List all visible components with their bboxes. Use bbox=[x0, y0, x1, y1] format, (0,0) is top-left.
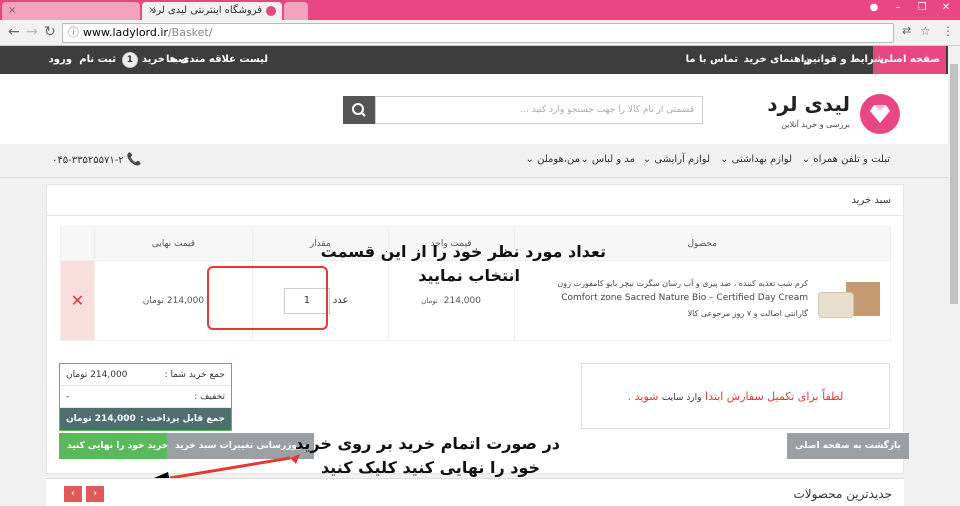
qty-annotation-line2: انتخاب نمایید bbox=[418, 266, 520, 285]
site-header: لیدی لرد بررسی و خرید آنلاین قسمتی از نا… bbox=[0, 74, 960, 144]
qty-highlight-box bbox=[207, 266, 328, 330]
product-image[interactable] bbox=[816, 276, 882, 326]
tab-title: فروشگاه اینترنتی لیدی لرد bbox=[151, 5, 262, 16]
url-field[interactable]: ⓘ www.ladylord.ir/Basket/ bbox=[62, 23, 894, 43]
newest-title: جدیدترین محصولات bbox=[793, 487, 892, 501]
top-navigation: صفحه اصلی شرایط و قوانین راهنمای خرید تم… bbox=[0, 46, 960, 74]
window-close-icon[interactable]: ✕ bbox=[934, 0, 958, 16]
category-item[interactable]: تبلت و تلفن همراه ⌄ bbox=[802, 154, 890, 165]
chevron-right-icon[interactable]: › bbox=[86, 486, 104, 502]
col-final-price: قیمت نهایی bbox=[94, 226, 253, 261]
nav-cart-label: سبد خرید bbox=[141, 54, 188, 65]
totals-box: جمع خرید شما :214,000 تومان تخفیف :- جمع… bbox=[59, 363, 232, 431]
search-input[interactable]: قسمتی از نام کالا را جهت جستجو وارد کنید… bbox=[375, 96, 703, 124]
browser-tab-inactive[interactable]: × bbox=[2, 2, 140, 20]
search-button[interactable] bbox=[343, 96, 375, 124]
category-navigation: تبلت و تلفن همراه ⌄ لوازم بهداشتی ⌄ لواز… bbox=[0, 144, 960, 178]
new-tab-button[interactable] bbox=[284, 2, 308, 20]
scrollbar[interactable] bbox=[948, 46, 960, 506]
divider bbox=[47, 215, 903, 216]
back-arrow-icon[interactable]: ← bbox=[8, 24, 20, 40]
qty-unit: عدد bbox=[332, 294, 349, 306]
translate-icon[interactable]: ⇄ bbox=[902, 24, 911, 37]
url-path: /Basket/ bbox=[167, 26, 213, 39]
category-item[interactable]: من،هوملن ⌄ bbox=[526, 154, 580, 165]
brand-tagline: بررسی و خرید آنلاین bbox=[781, 120, 850, 129]
remove-item-icon[interactable]: ✕ bbox=[71, 291, 84, 310]
product-cell: کرم شب تغذیه کننده ، ضد پیری و آب رسان س… bbox=[513, 260, 892, 341]
info-icon: ⓘ bbox=[68, 26, 79, 39]
phone-icon: 📞 bbox=[126, 152, 142, 166]
forward-arrow-icon[interactable]: → bbox=[26, 24, 38, 40]
category-item[interactable]: لوازم آرایشی ⌄ bbox=[643, 154, 710, 165]
browser-tab-active[interactable]: فروشگاه اینترنتی لیدی لرد × bbox=[142, 2, 282, 20]
totals-row-sum: جمع خرید شما :214,000 تومان bbox=[60, 364, 231, 386]
menu-icon[interactable]: ⋮ bbox=[942, 24, 954, 38]
back-home-button[interactable]: بازگشت به صفحه اصلی bbox=[787, 433, 909, 459]
finish-annotation-line1: در صورت اتمام خرید بر روی خرید bbox=[295, 434, 560, 453]
remove-cell: ✕ bbox=[59, 260, 96, 341]
url-domain: www.ladylord.ir bbox=[83, 26, 168, 39]
close-icon[interactable]: × bbox=[8, 2, 16, 20]
login-notice: لطفاً برای تکمیل سفارش ابتدا وارد سایت ش… bbox=[581, 363, 890, 429]
nav-guide[interactable]: راهنمای خرید bbox=[744, 46, 810, 74]
minimize-icon[interactable]: – bbox=[886, 0, 910, 16]
reload-icon[interactable]: ↻ bbox=[44, 24, 56, 40]
favicon-icon bbox=[266, 6, 276, 16]
newest-products-section: جدیدترین محصولات ‹ › bbox=[46, 478, 904, 506]
nav-terms[interactable]: شرایط و قوانین bbox=[804, 46, 884, 74]
phone-number: 📞 ۰۴۵-۳۳۵۲۵۵۷۱-۲ bbox=[52, 152, 142, 166]
restore-icon[interactable]: ❐ bbox=[910, 0, 934, 16]
logo-icon[interactable] bbox=[860, 94, 900, 134]
browser-tab-bar: × فروشگاه اینترنتی لیدی لرد × ● – ❐ ✕ bbox=[0, 0, 960, 20]
nav-contact[interactable]: تماس با ما bbox=[686, 46, 738, 74]
search-icon bbox=[352, 103, 366, 117]
star-icon[interactable]: ☆ bbox=[920, 24, 931, 38]
login-link[interactable]: وارد سایت bbox=[662, 393, 702, 403]
category-item[interactable]: مد و لباس ⌄ bbox=[580, 154, 635, 165]
nav-home[interactable]: صفحه اصلی bbox=[873, 46, 946, 74]
category-item[interactable]: لوازم بهداشتی ⌄ bbox=[720, 154, 792, 165]
qty-annotation-line1: تعداد مورد نظر خود را از این قسمت bbox=[320, 242, 606, 261]
totals-row-discount: تخفیف :- bbox=[60, 386, 231, 408]
col-remove bbox=[59, 226, 96, 261]
close-icon[interactable]: × bbox=[148, 2, 156, 20]
nav-login[interactable]: ورود bbox=[49, 46, 72, 74]
profile-icon[interactable]: ● bbox=[862, 0, 886, 16]
chevron-left-icon[interactable]: ‹ bbox=[64, 486, 82, 502]
cart-title: سبد خرید bbox=[851, 195, 891, 206]
address-bar-row: ← → ↻ ⓘ www.ladylord.ir/Basket/ ⇄ ☆ ⋮ bbox=[0, 20, 960, 46]
scrollbar-thumb[interactable] bbox=[950, 64, 958, 304]
nav-register[interactable]: ثبت نام bbox=[79, 46, 116, 74]
totals-row-payable: جمع قابل پرداخت :214,000 تومان bbox=[60, 408, 231, 430]
brand-name[interactable]: لیدی لرد bbox=[767, 92, 850, 116]
nav-cart[interactable]: سبد خرید1 bbox=[121, 46, 188, 74]
cart-count-badge: 1 bbox=[121, 52, 138, 68]
